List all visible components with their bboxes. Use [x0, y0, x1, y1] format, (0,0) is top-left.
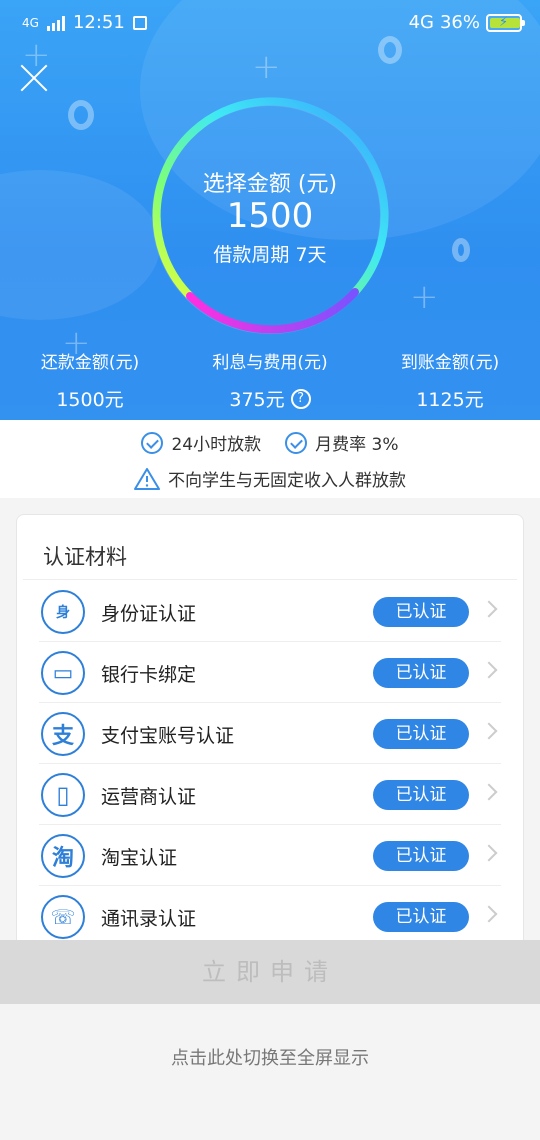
auth-card: 认证材料 身 身份证认证 已认证 ▭ 银行卡绑定 已认证 支 支付宝账号认证 已…	[16, 514, 524, 954]
close-icon[interactable]	[18, 62, 50, 94]
notice-item: 月费率 3%	[315, 435, 399, 455]
stat-value: 1500元	[56, 389, 124, 411]
message-icon	[132, 15, 147, 30]
signal-icon	[46, 15, 65, 31]
divider	[23, 579, 517, 580]
check-circle-icon	[141, 431, 164, 454]
auth-item-label: 银行卡绑定	[101, 664, 197, 686]
taobao-icon: 淘	[41, 834, 85, 878]
phone-icon: ▯	[41, 773, 85, 817]
auth-item-bank-card[interactable]: ▭ 银行卡绑定 已认证	[39, 642, 501, 703]
status-badge: 已认证	[373, 658, 469, 688]
fullscreen-bar[interactable]: 点击此处切换至全屏显示	[0, 1004, 540, 1140]
dial-period: 借款周期 7天	[213, 244, 327, 266]
chevron-right-icon	[480, 844, 498, 862]
chevron-right-icon	[480, 905, 498, 923]
battery-icon: ⚡	[486, 13, 525, 32]
auth-item-taobao[interactable]: 淘 淘宝认证 已认证	[39, 825, 501, 886]
plus-decoration-icon: +	[410, 277, 439, 317]
warning-text: 不向学生与无固定收入人群放款	[168, 471, 406, 491]
notice-strip: 24小时放款 月费率 3% 不向学生与无固定收入人群放款	[0, 420, 540, 498]
chevron-right-icon	[480, 783, 498, 801]
bank-card-icon: ▭	[41, 651, 85, 695]
auth-item-label: 身份证认证	[101, 603, 197, 625]
stat-value: 375元	[229, 389, 285, 411]
warning-icon	[134, 467, 160, 490]
auth-item-label: 淘宝认证	[101, 847, 178, 869]
dial-title: 选择金额 (元)	[202, 172, 338, 197]
status-badge: 已认证	[373, 841, 469, 871]
apply-button[interactable]: 立即申请	[0, 940, 540, 1004]
network-label-right: 4G	[408, 12, 434, 33]
contacts-icon: ☏	[41, 895, 85, 939]
check-circle-icon	[285, 431, 308, 454]
auth-item-contacts[interactable]: ☏ 通讯录认证 已认证	[39, 886, 501, 947]
auth-item-label: 运营商认证	[101, 786, 197, 808]
plus-decoration-icon: +	[252, 47, 281, 87]
status-bar: 4G 12:51 4G 36% ⚡	[0, 10, 540, 40]
card-title: 认证材料	[43, 545, 127, 569]
stat-label: 到账金额(元)	[400, 353, 500, 373]
auth-item-label: 支付宝账号认证	[101, 725, 235, 747]
stat-value: 1125元	[416, 389, 484, 411]
alipay-icon: 支	[41, 712, 85, 756]
stat-label: 还款金额(元)	[40, 353, 140, 373]
loan-stats: 还款金额(元) 1500元 利息与费用(元) 375元? 到账金额(元) 112…	[0, 348, 540, 412]
dial-amount: 1500	[226, 196, 314, 236]
ring-decoration-icon	[452, 238, 470, 262]
stat-interest: 利息与费用(元) 375元?	[180, 348, 360, 412]
status-badge: 已认证	[373, 780, 469, 810]
stat-repayment: 还款金额(元) 1500元	[0, 348, 180, 412]
auth-item-carrier[interactable]: ▯ 运营商认证 已认证	[39, 764, 501, 825]
background-decoration	[0, 170, 160, 320]
ring-decoration-icon	[68, 100, 94, 130]
chevron-right-icon	[480, 661, 498, 679]
notice-item: 24小时放款	[171, 435, 262, 455]
status-time: 12:51	[72, 12, 125, 33]
id-card-icon: 身	[41, 590, 85, 634]
stat-received: 到账金额(元) 1125元	[360, 348, 540, 412]
ring-decoration-icon	[378, 36, 402, 64]
dial-text: 选择金额 (元) 1500 借款周期 7天	[150, 96, 390, 336]
chevron-right-icon	[480, 600, 498, 618]
status-badge: 已认证	[373, 719, 469, 749]
header-panel: + + + + 4G 12:51 4G 36% ⚡ 选择金额 (元) 1500 …	[0, 0, 540, 420]
battery-percent: 36%	[439, 12, 480, 33]
stat-label: 利息与费用(元)	[212, 353, 328, 373]
question-icon[interactable]: ?	[290, 388, 311, 409]
auth-item-label: 通讯录认证	[101, 908, 197, 930]
auth-item-id-card[interactable]: 身 身份证认证 已认证	[39, 581, 501, 642]
status-badge: 已认证	[373, 597, 469, 627]
auth-item-alipay[interactable]: 支 支付宝账号认证 已认证	[39, 703, 501, 764]
fullscreen-hint[interactable]: 点击此处切换至全屏显示	[0, 1044, 540, 1070]
chevron-right-icon	[480, 722, 498, 740]
status-badge: 已认证	[373, 902, 469, 932]
network-label: 4G	[22, 15, 39, 30]
